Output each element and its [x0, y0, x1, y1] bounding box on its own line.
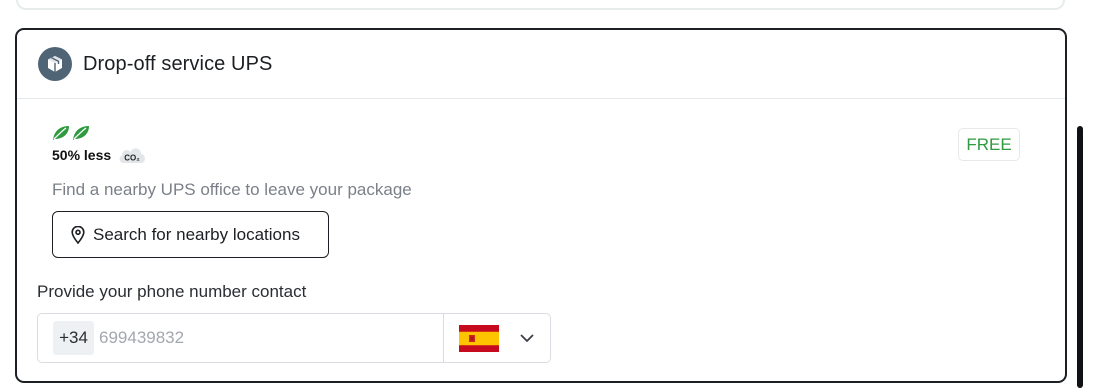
eco-info: 50% less CO₂	[52, 124, 147, 165]
chevron-down-icon	[520, 334, 534, 343]
service-title: Drop-off service UPS	[83, 52, 273, 75]
previous-shipping-card	[16, 0, 1065, 10]
leaf-icon	[73, 126, 89, 140]
service-description: Find a nearby UPS office to leave your p…	[52, 180, 412, 199]
co2-label: CO₂	[124, 154, 140, 163]
package-box-icon	[38, 47, 72, 81]
shipping-option-card[interactable]: Drop-off service UPS 50% less CO₂ FREE F…	[15, 28, 1067, 383]
spain-flag-icon	[459, 324, 499, 352]
country-select[interactable]	[443, 314, 550, 362]
price-badge: FREE	[958, 128, 1020, 161]
leaf-icon	[53, 126, 69, 140]
co2-cloud-icon: CO₂	[117, 145, 147, 165]
card-header: Drop-off service UPS	[17, 30, 1065, 99]
phone-prefix: +34	[53, 321, 94, 355]
phone-input[interactable]	[99, 323, 439, 353]
search-button-label: Search for nearby locations	[93, 224, 300, 244]
co2-reduction-text: 50% less	[52, 147, 112, 163]
phone-field-label: Provide your phone number contact	[37, 282, 307, 301]
search-nearby-locations-button[interactable]: Search for nearby locations	[52, 211, 329, 258]
phone-field[interactable]: +34	[37, 313, 551, 363]
scrollbar[interactable]	[1077, 126, 1083, 388]
leaf-icon-group	[52, 124, 147, 142]
map-pin-icon	[71, 225, 85, 244]
